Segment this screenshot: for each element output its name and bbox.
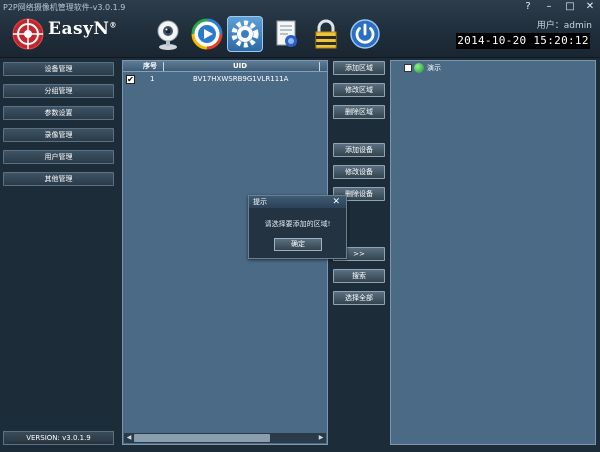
close-icon[interactable]: ✕	[332, 196, 340, 208]
dialog-titlebar[interactable]: 提示 ✕	[249, 196, 346, 208]
datetime-display: 2014-10-20 15:20:12	[456, 33, 590, 49]
tree-checkbox[interactable]	[404, 64, 412, 72]
delete-area-button[interactable]: 删除区域	[333, 105, 385, 119]
add-device-button[interactable]: 添加设备	[333, 143, 385, 157]
ok-button[interactable]: 确定	[274, 238, 322, 251]
report-tool[interactable]	[268, 16, 304, 52]
lock-tool[interactable]	[308, 16, 344, 52]
column-header-index[interactable]: 序号	[143, 61, 157, 72]
sidebar-item-other-management[interactable]: 其他管理	[3, 172, 114, 186]
tree-item-label: 演示	[427, 64, 441, 72]
prompt-dialog: 提示 ✕ 请选择要添加的区域! 确定	[248, 195, 347, 259]
brand-name: EasyN	[48, 19, 110, 39]
lock-icon	[315, 19, 337, 49]
table-row[interactable]: ✔ 1 BV17HXWSRB9G1VLR111A	[123, 74, 327, 85]
edit-device-button[interactable]: 修改设备	[333, 165, 385, 179]
camera-view-tool[interactable]	[150, 16, 186, 52]
app-header: P2P网络摄像机管理软件-v3.0.1.9 ? – □ ✕ EasyN® 用户：…	[0, 0, 600, 58]
region-tree: 演示	[390, 60, 596, 445]
dialog-message: 请选择要添加的区域!	[264, 220, 331, 228]
sidebar-item-parameter-settings[interactable]: 参数设置	[3, 106, 114, 120]
column-separator	[163, 62, 164, 71]
horizontal-scrollbar[interactable]: ◀ ▶	[124, 433, 326, 443]
scroll-left-icon[interactable]: ◀	[124, 433, 134, 443]
minimize-button[interactable]: –	[541, 1, 557, 13]
power-icon	[350, 19, 380, 49]
add-area-button[interactable]: 添加区域	[333, 61, 385, 75]
select-all-button[interactable]: 选择全部	[333, 291, 385, 305]
trademark-mark: ®	[109, 20, 117, 30]
easyn-logo-icon	[12, 18, 44, 50]
close-button[interactable]: ✕	[582, 1, 598, 13]
row-index: 1	[150, 75, 155, 83]
current-user: 用户：admin	[536, 21, 592, 31]
player-icon	[191, 18, 223, 50]
scrollbar-thumb[interactable]	[134, 434, 270, 442]
region-globe-icon	[414, 63, 424, 73]
sidebar-item-group-management[interactable]: 分组管理	[3, 84, 114, 98]
power-tool[interactable]	[347, 16, 383, 52]
report-icon	[276, 20, 297, 47]
row-uid: BV17HXWSRB9G1VLR111A	[193, 75, 289, 83]
webcam-icon	[157, 20, 179, 50]
search-button[interactable]: 搜索	[333, 269, 385, 283]
sidebar-item-recording-management[interactable]: 录像管理	[3, 128, 114, 142]
version-label: VERSION: v3.0.1.9	[3, 431, 114, 445]
playback-tool[interactable]	[189, 16, 225, 52]
row-checkbox[interactable]: ✔	[126, 75, 135, 84]
scroll-right-icon[interactable]: ▶	[316, 433, 326, 443]
brand-logo-text: EasyN®	[48, 19, 117, 39]
sidebar-item-device-management[interactable]: 设备管理	[3, 62, 114, 76]
sidebar-item-user-management[interactable]: 用户管理	[3, 150, 114, 164]
edit-area-button[interactable]: 修改区域	[333, 83, 385, 97]
settings-icon	[231, 20, 259, 48]
dialog-title: 提示	[253, 198, 267, 206]
column-separator	[319, 62, 320, 71]
help-button[interactable]: ?	[520, 1, 536, 13]
column-header-uid[interactable]: UID	[233, 61, 247, 72]
table-header: 序号 UID	[123, 61, 327, 72]
window-title: P2P网络摄像机管理软件-v3.0.1.9	[3, 3, 126, 12]
maximize-button[interactable]: □	[562, 1, 578, 13]
settings-tool[interactable]	[227, 16, 263, 52]
